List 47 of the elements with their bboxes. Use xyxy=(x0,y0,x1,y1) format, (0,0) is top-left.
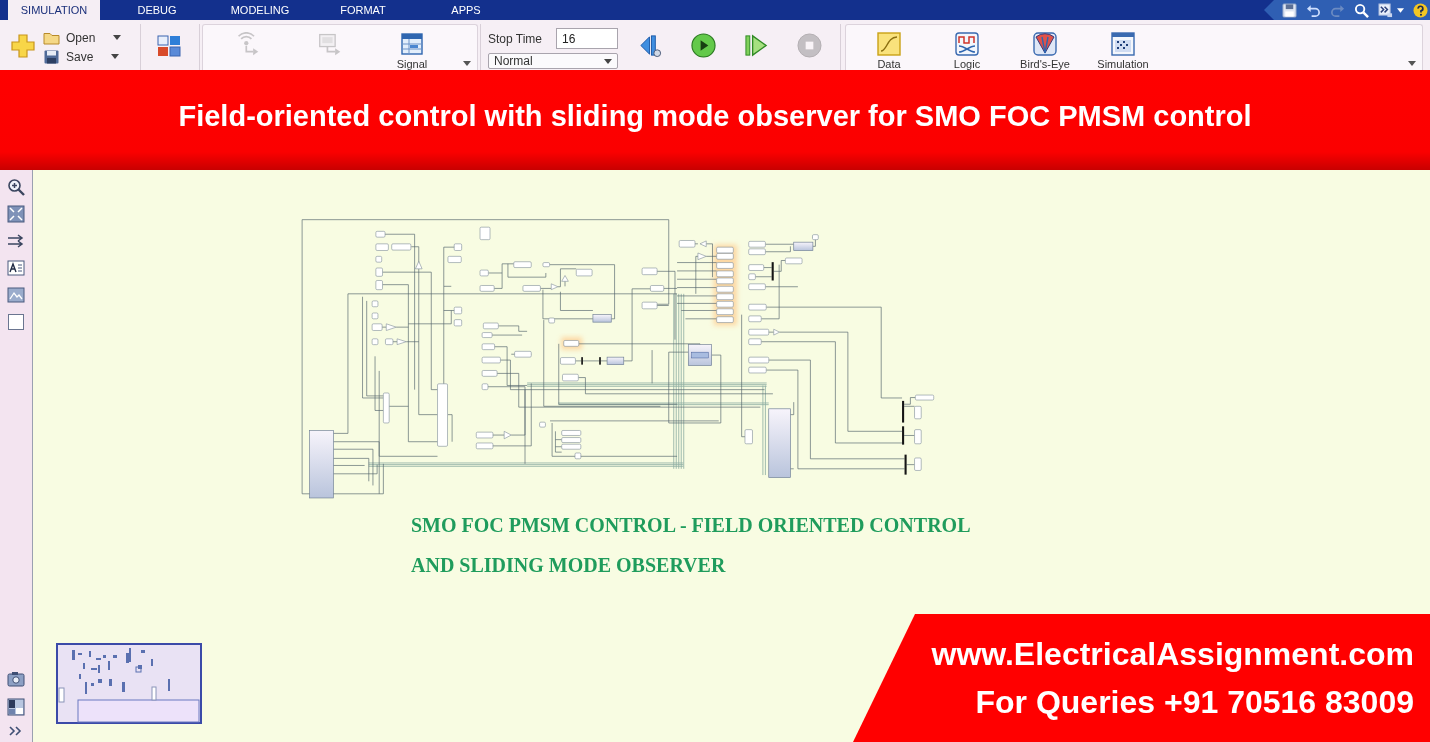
caret-icon[interactable] xyxy=(1397,7,1404,13)
birds-eye-button[interactable]: Bird's-Eye xyxy=(1006,25,1084,70)
caret-icon xyxy=(113,35,122,40)
line-graph-icon xyxy=(877,32,901,56)
save-icon[interactable] xyxy=(1282,2,1297,18)
diagram-annotation: SMO FOC PMSM CONTROL - FIELD ORIENTED CONTROL AND SLIDING MODE OBSERVER xyxy=(411,513,971,578)
stop-time-field[interactable]: 16 xyxy=(556,28,618,49)
square-icon[interactable] xyxy=(7,313,25,331)
ribbon-tab[interactable]: FORMAT xyxy=(317,0,409,20)
help-icon[interactable] xyxy=(1413,2,1428,18)
ribbon-tab[interactable]: SIMULATION xyxy=(8,0,100,20)
image-icon[interactable] xyxy=(7,286,25,304)
caret-icon[interactable] xyxy=(1408,61,1416,66)
text-box-icon[interactable] xyxy=(7,259,25,277)
data-button[interactable]: Data xyxy=(850,25,928,70)
arrows-icon[interactable] xyxy=(7,232,25,250)
simulation-mode-dropdown[interactable]: Normal xyxy=(488,53,618,69)
step-back-icon[interactable] xyxy=(638,33,663,58)
simulation-button[interactable]: Simulation xyxy=(1084,25,1162,70)
folder-icon xyxy=(43,30,60,45)
zoom-in-icon[interactable] xyxy=(7,178,25,196)
camera-icon[interactable] xyxy=(7,670,25,688)
caret-icon[interactable] xyxy=(463,61,471,66)
stop-time-label: Stop Time xyxy=(488,31,543,46)
fan-chart-icon xyxy=(1033,32,1057,56)
library-grid-icon[interactable] xyxy=(157,35,181,57)
ribbon-tab[interactable]: MODELING xyxy=(214,0,306,20)
open-button[interactable]: Open xyxy=(43,30,122,45)
ribbon-tab[interactable]: APPS xyxy=(420,0,512,20)
panel-layout-icon[interactable] xyxy=(7,698,25,716)
run-icon[interactable] xyxy=(691,33,716,58)
dotted-window-icon xyxy=(1111,32,1135,56)
double-chevron-icon[interactable] xyxy=(9,726,23,736)
website-address: www.ElectricalAssignment.com xyxy=(931,635,1414,673)
banner-title: Field-oriented control with sliding mode observer for SMO FOC PMSM control xyxy=(178,99,1252,133)
overview-minimap[interactable] xyxy=(56,643,202,724)
contact-phone: For Queries +91 70516 83009 xyxy=(975,683,1414,721)
search-icon[interactable] xyxy=(1354,2,1369,18)
save-button[interactable]: Save xyxy=(43,49,122,64)
chevron-window-icon[interactable] xyxy=(1378,2,1393,18)
ribbon-tab[interactable]: DEBUG xyxy=(111,0,203,20)
logic-button[interactable]: Logic xyxy=(928,25,1006,70)
waveform-icon xyxy=(955,32,979,56)
caret-icon xyxy=(604,58,612,64)
fit-view-icon[interactable] xyxy=(7,205,25,223)
step-forward-icon[interactable] xyxy=(744,33,769,58)
caret-icon xyxy=(111,54,120,59)
